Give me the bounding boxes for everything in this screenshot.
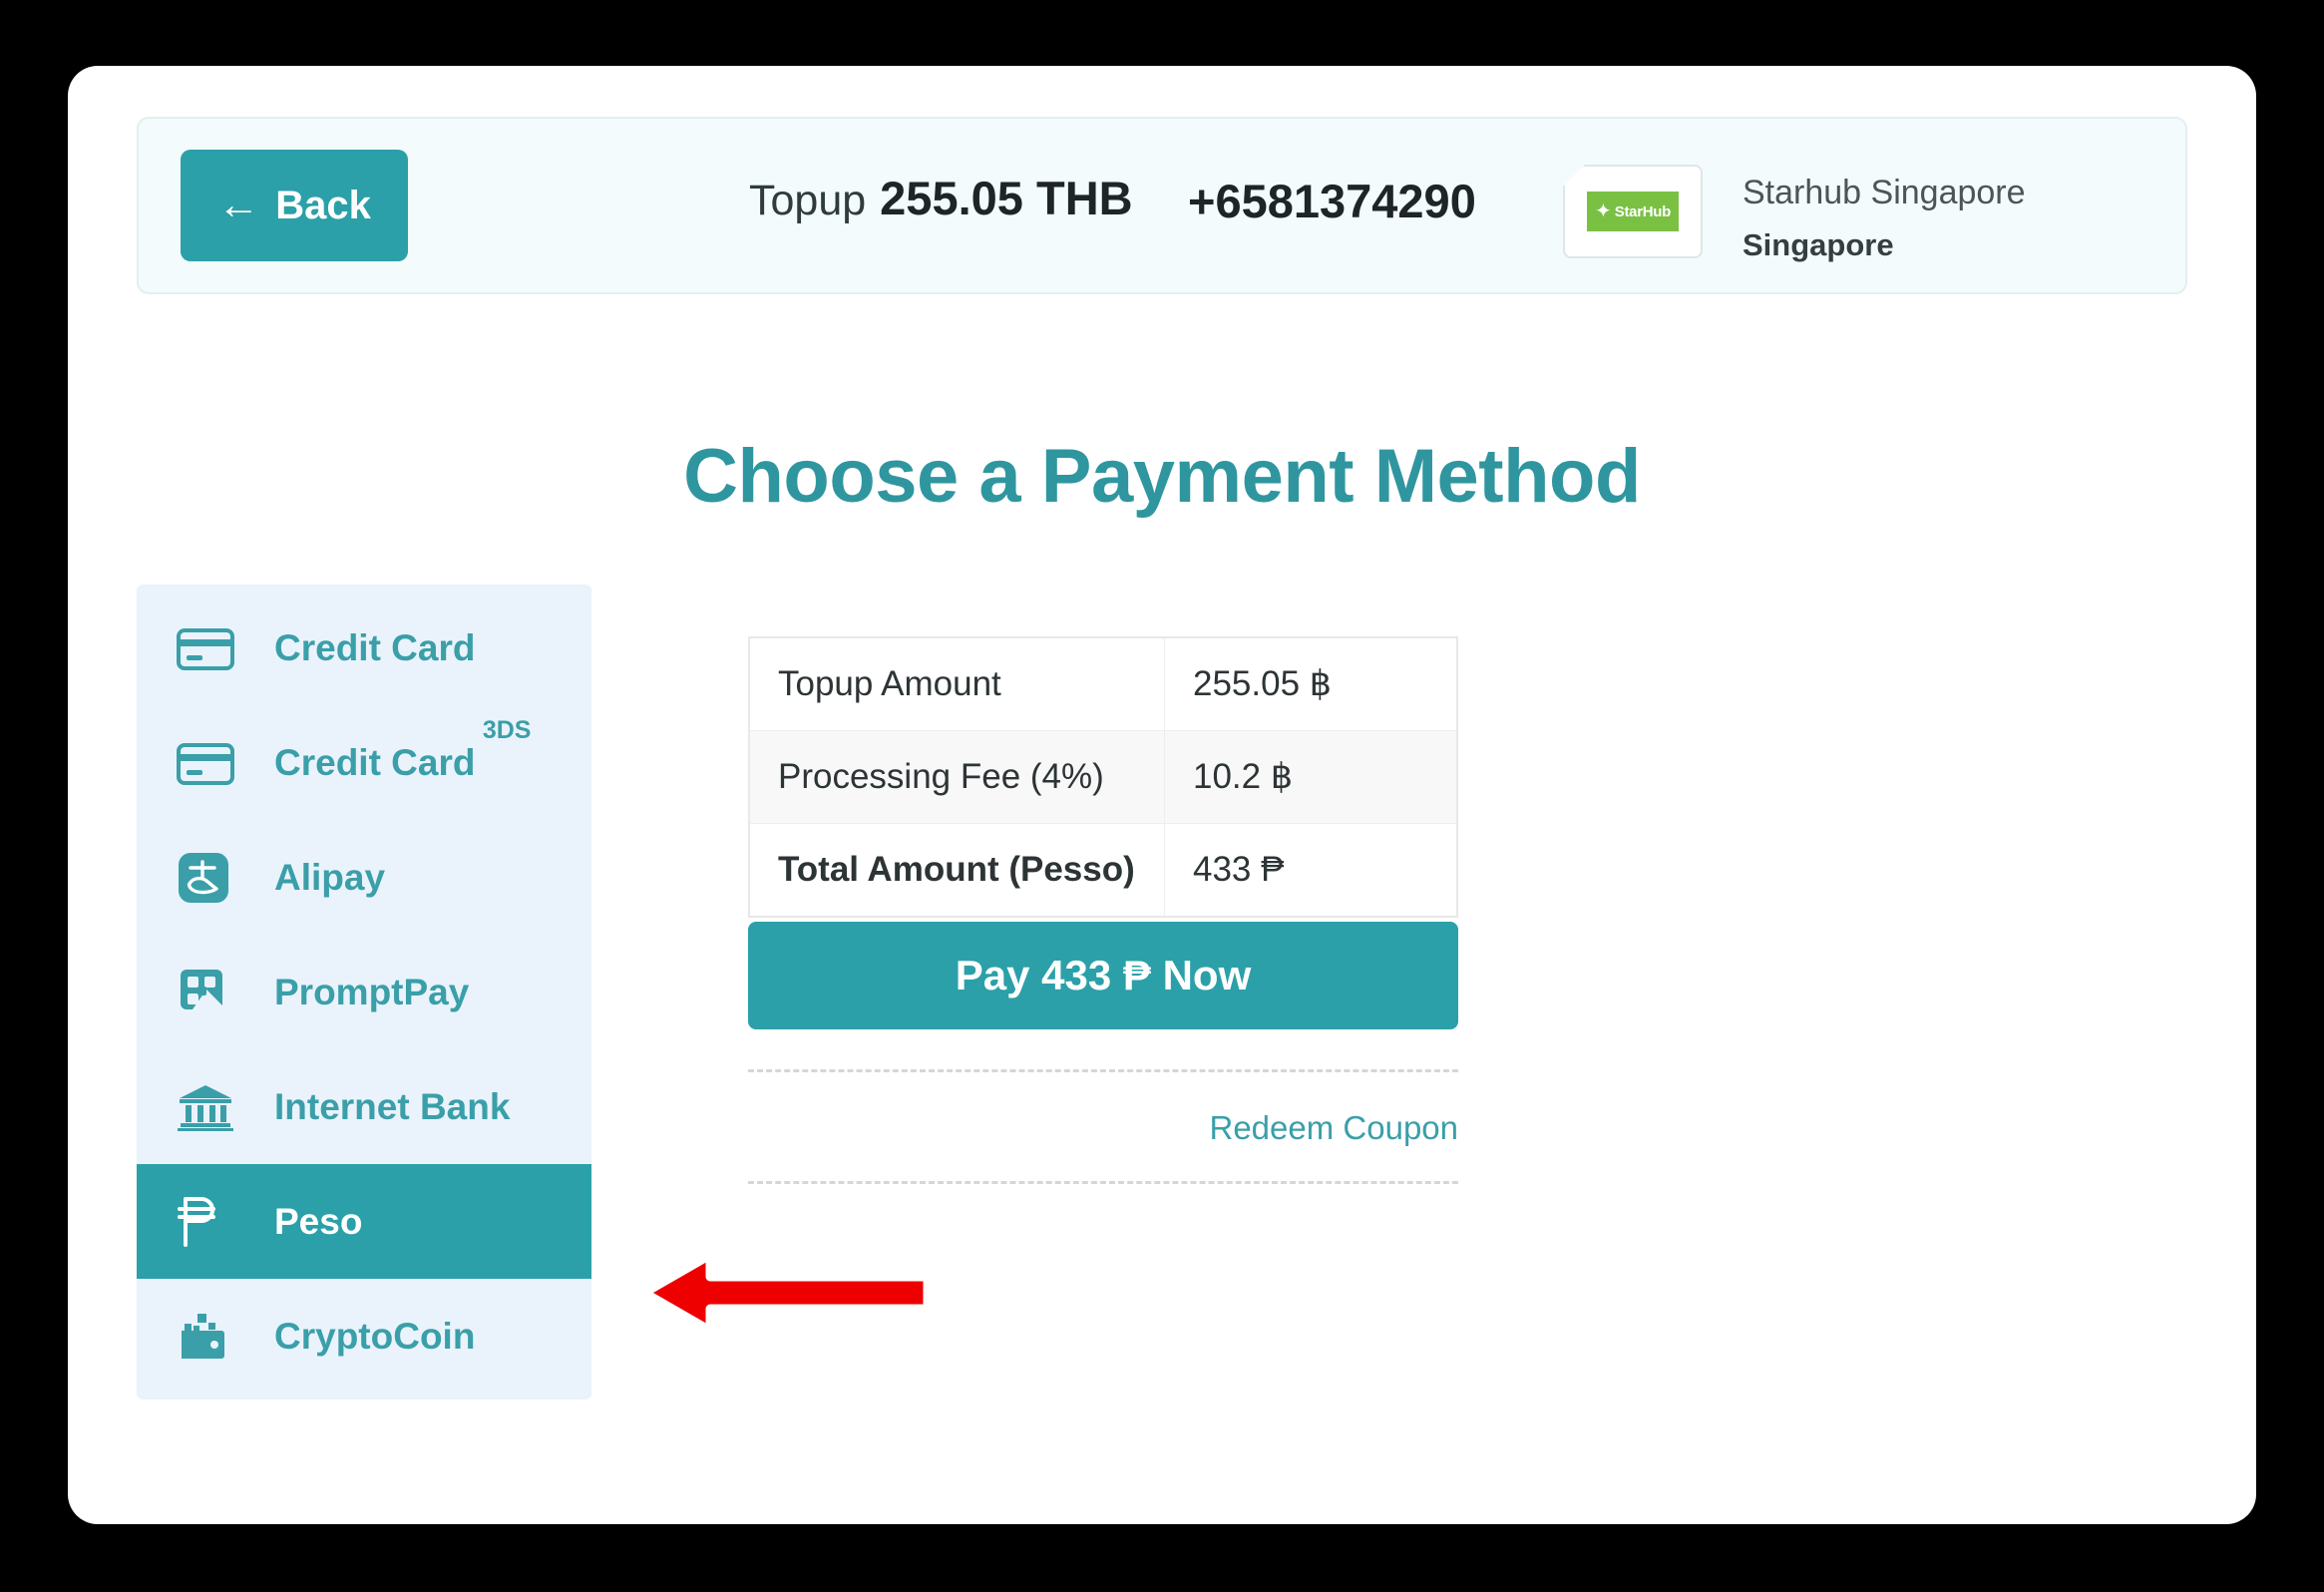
starhub-star-icon: ✦ (1594, 200, 1612, 222)
divider-top (748, 1069, 1458, 1072)
topup-summary: Topup 255.05 THB (749, 171, 1133, 225)
summary-row-label: Topup Amount (750, 638, 1165, 731)
crypto-wallet-icon (177, 1308, 242, 1366)
payment-summary-table: Topup Amount 255.05 ฿ Processing Fee (4%… (748, 636, 1458, 918)
peso-icon (177, 1193, 242, 1251)
payment-method-cryptocoin[interactable]: CryptoCoin (137, 1279, 591, 1393)
table-row: Topup Amount 255.05 ฿ (750, 638, 1456, 731)
topup-header-bar: ← Back Topup 255.05 THB +6581374290 ✦ St… (137, 117, 2187, 294)
payment-method-internet-bank[interactable]: Internet Bank (137, 1049, 591, 1164)
summary-row-label: Total Amount (Pesso) (778, 850, 1135, 889)
alipay-icon (177, 849, 242, 907)
payment-method-label: CryptoCoin (274, 1315, 476, 1357)
credit-card-icon (177, 734, 242, 792)
red-arrow-left-icon (639, 1250, 933, 1336)
table-row: Total Amount (Pesso) 433 ₱ (750, 823, 1456, 916)
arrow-left-icon: ← (217, 180, 260, 227)
summary-row-value: 10.2 ฿ (1164, 730, 1456, 824)
payment-method-label: PromptPay (274, 971, 470, 1012)
topup-amount: 255.05 THB (880, 172, 1133, 224)
back-button-label: Back (275, 183, 371, 227)
sim-card-graphic: ✦ StarHub (1563, 165, 1703, 258)
payment-method-label: Alipay (274, 856, 386, 898)
page-title: Choose a Payment Method (683, 434, 1641, 519)
badge-3ds: 3DS (482, 715, 532, 744)
payment-method-label-text: Credit Card (274, 741, 476, 783)
starhub-logo-text: StarHub (1614, 202, 1672, 220)
topup-label: Topup (749, 177, 867, 224)
starhub-logo: ✦ StarHub (1587, 192, 1679, 231)
payment-method-peso[interactable]: Peso (137, 1164, 591, 1279)
payment-method-label: Peso (274, 1200, 363, 1242)
bank-icon (177, 1078, 242, 1136)
payment-methods-sidebar: Credit Card Credit Card 3DS Alipay Promp… (137, 585, 591, 1399)
payment-method-alipay[interactable]: Alipay (137, 820, 591, 935)
divider-bottom (748, 1181, 1458, 1184)
operator-info: Starhub Singapore Singapore (1743, 171, 2026, 266)
table-row: Processing Fee (4%) 10.2 ฿ (750, 730, 1456, 824)
summary-row-value: 433 ₱ (1164, 823, 1456, 916)
summary-row-label: Processing Fee (4%) (750, 730, 1165, 824)
promptpay-qr-icon (177, 964, 242, 1021)
payment-method-promptpay[interactable]: PromptPay (137, 935, 591, 1049)
browser-window-card: ← Back Topup 255.05 THB +6581374290 ✦ St… (68, 66, 2256, 1524)
credit-card-icon (177, 619, 242, 677)
payment-method-label: Credit Card 3DS (274, 716, 531, 784)
operator-name: Starhub Singapore (1743, 174, 2026, 211)
phone-number: +6581374290 (1188, 175, 1476, 227)
operator-country: Singapore (1743, 226, 1894, 262)
back-button[interactable]: ← Back (181, 150, 408, 261)
payment-method-credit-card-3ds[interactable]: Credit Card 3DS (137, 705, 591, 820)
payment-method-credit-card[interactable]: Credit Card (137, 591, 591, 705)
redeem-coupon-link[interactable]: Redeem Coupon (748, 1109, 1459, 1147)
pay-now-button[interactable]: Pay 433 ₱ Now (748, 922, 1458, 1029)
summary-row-value: 255.05 ฿ (1164, 638, 1456, 731)
payment-method-label: Credit Card (274, 626, 476, 668)
payment-method-label: Internet Bank (274, 1085, 511, 1127)
